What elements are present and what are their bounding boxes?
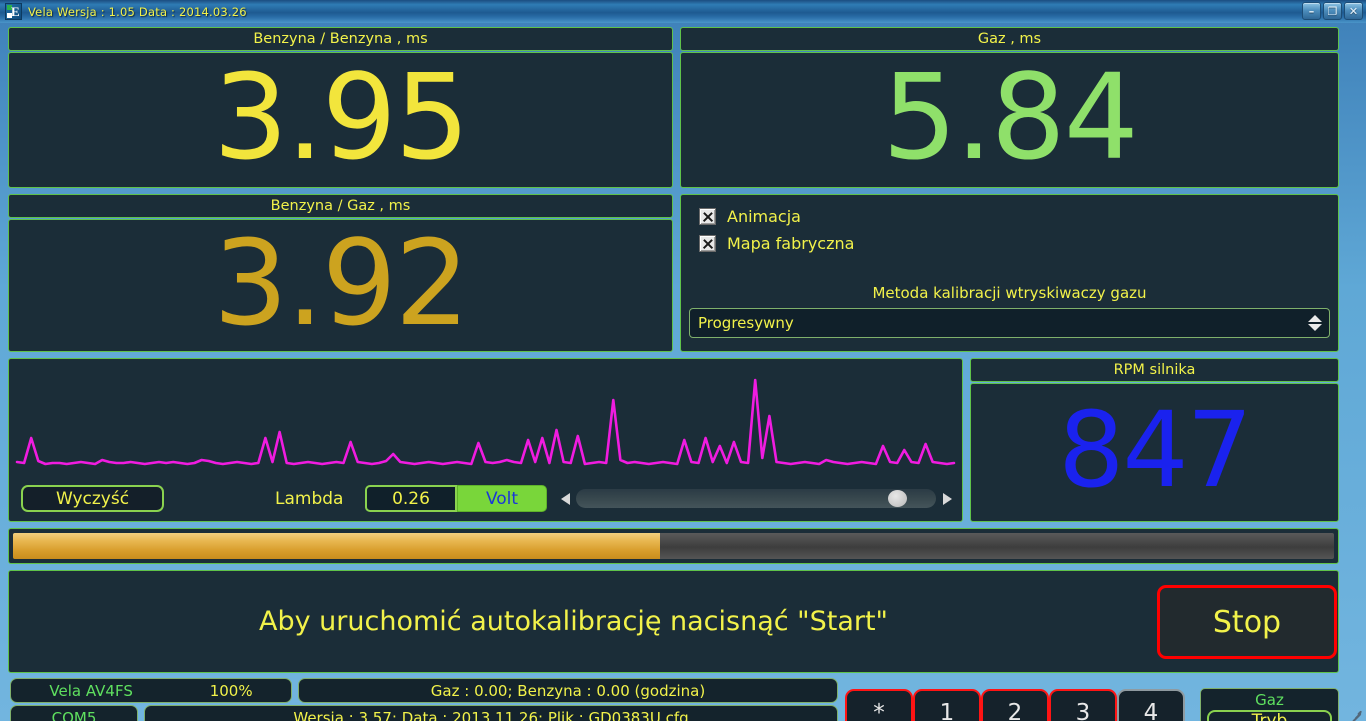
progress-fill xyxy=(13,533,661,559)
panel-petrol-gas: 3.92 xyxy=(8,219,673,352)
cyl-button-2[interactable]: 2 xyxy=(981,689,1049,721)
lambda-value: 0.26 xyxy=(365,485,457,512)
status-hours: Gaz : 0.00; Benzyna : 0.00 (godzina) xyxy=(298,678,838,703)
maximize-button[interactable]: ❐ xyxy=(1323,2,1342,20)
maximize-icon: ❐ xyxy=(1327,4,1338,18)
scroll-left-icon[interactable] xyxy=(554,485,576,512)
checkbox-row-factory-map[interactable]: Mapa fabryczna xyxy=(699,234,854,253)
resize-grip-icon[interactable] xyxy=(1348,704,1363,721)
lambda-waveform[interactable] xyxy=(13,362,958,480)
value-gas: 5.84 xyxy=(882,48,1139,186)
panel-petrol-petrol: 3.95 xyxy=(8,52,673,188)
scrollbar-thumb[interactable] xyxy=(888,490,907,507)
panel-message: Aby uruchomić autokalibrację nacisnąć "S… xyxy=(8,570,1339,673)
scroll-right-icon[interactable] xyxy=(936,485,958,512)
panel-gas: 5.84 xyxy=(680,52,1339,188)
window-title: Vela Wersja : 1.05 Data : 2014.03.26 xyxy=(28,4,247,19)
application-window: E Vela Wersja : 1.05 Data : 2014.03.26 –… xyxy=(0,0,1366,721)
progress-bar xyxy=(8,528,1339,564)
checkbox-row-animation[interactable]: Animacja xyxy=(699,207,801,226)
cyl-button-3[interactable]: 3 xyxy=(1049,689,1117,721)
panel-title-rpm: RPM silnika xyxy=(970,358,1339,382)
message-text: Aby uruchomić autokalibrację nacisnąć "S… xyxy=(259,606,888,637)
panel-mode: Gaz Tryb xyxy=(1200,688,1339,721)
minimize-button[interactable]: – xyxy=(1302,2,1321,20)
panel-lambda-graph: Wyczyść Lambda 0.26 Volt xyxy=(8,358,963,522)
status-firmware: Wersja : 3.57; Data : 2013.11.26; Plik :… xyxy=(144,705,838,721)
mode-title: Gaz xyxy=(1255,691,1284,709)
status-port: COM5 xyxy=(10,705,138,721)
client-area: Benzyna / Benzyna , ms 3.95 Gaz , ms 5.8… xyxy=(4,24,1362,721)
panel-rpm: 847 xyxy=(970,383,1339,522)
checkbox-factory-map[interactable] xyxy=(699,235,716,252)
label-calibration-method: Metoda kalibracji wtryskiwaczy gazu xyxy=(872,284,1147,302)
minimize-icon: – xyxy=(1308,4,1315,18)
lambda-waveform-svg xyxy=(15,378,956,466)
value-petrol-petrol: 3.95 xyxy=(213,48,470,186)
label-factory-map: Mapa fabryczna xyxy=(727,234,855,253)
app-icon: E xyxy=(5,3,22,20)
status-device-name: Vela AV4FS xyxy=(49,681,133,700)
status-hours-value: Gaz : 0.00; Benzyna : 0.00 (godzina) xyxy=(430,681,706,700)
value-rpm: 847 xyxy=(1058,388,1253,511)
close-icon: ✕ xyxy=(1348,4,1359,18)
select-calibration-method[interactable]: Progresywny xyxy=(689,308,1330,338)
lambda-scrollbar[interactable] xyxy=(554,485,958,512)
scrollbar-track[interactable] xyxy=(576,489,936,508)
clear-button[interactable]: Wyczyść xyxy=(21,485,164,512)
value-petrol-gas: 3.92 xyxy=(213,213,470,352)
chevron-updown-icon[interactable] xyxy=(1308,315,1322,331)
status-load: 100% xyxy=(209,681,253,700)
mode-button[interactable]: Tryb xyxy=(1207,710,1332,721)
select-calibration-method-value: Progresywny xyxy=(698,314,794,332)
status-device: Vela AV4FS 100% xyxy=(10,678,292,703)
status-port-value: COM5 xyxy=(51,708,97,721)
label-animation: Animacja xyxy=(727,207,801,226)
title-bar: E Vela Wersja : 1.05 Data : 2014.03.26 –… xyxy=(0,0,1366,23)
cyl-button-0[interactable]: * xyxy=(845,689,913,721)
panel-options: Animacja Mapa fabryczna Metoda kalibracj… xyxy=(680,194,1339,352)
lambda-unit-button[interactable]: Volt xyxy=(457,485,547,512)
cyl-button-4[interactable]: 4 xyxy=(1117,689,1185,721)
lambda-label: Lambda xyxy=(275,489,344,509)
stop-button[interactable]: Stop xyxy=(1157,585,1337,659)
progress-track xyxy=(13,533,1334,559)
cyl-button-1[interactable]: 1 xyxy=(913,689,981,721)
checkbox-animation[interactable] xyxy=(699,208,716,225)
status-firmware-value: Wersja : 3.57; Data : 2013.11.26; Plik :… xyxy=(293,708,689,721)
window-controls: – ❐ ✕ xyxy=(1302,2,1363,20)
close-button[interactable]: ✕ xyxy=(1344,2,1363,20)
